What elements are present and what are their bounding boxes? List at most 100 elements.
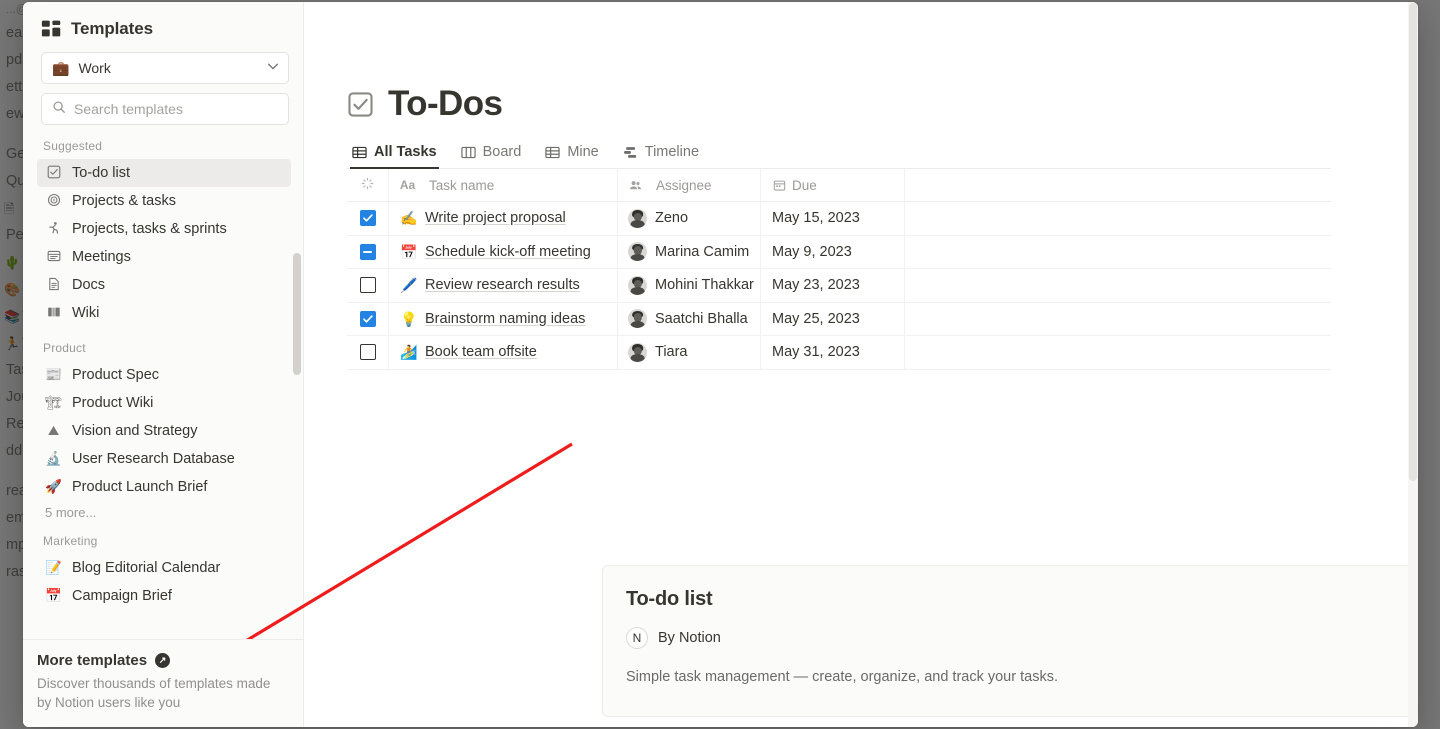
table-row[interactable]: ✍️ Write project proposal Zeno May 15, 2…	[347, 202, 1331, 236]
due-cell[interactable]: May 31, 2023	[761, 336, 905, 369]
row-checkbox-cell[interactable]	[347, 269, 389, 302]
lightbulb-icon: 💡	[400, 310, 418, 327]
checkbox-icon[interactable]	[359, 210, 376, 227]
table-row[interactable]: 📅 Schedule kick-off meeting Marina Camim…	[347, 235, 1331, 269]
sidebar-item-label: Vision and Strategy	[72, 423, 198, 439]
checkbox-icon[interactable]	[359, 344, 376, 361]
section-label-suggested: Suggested	[43, 139, 103, 153]
more-templates-footer[interactable]: More templates ↗ Discover thousands of t…	[23, 638, 303, 727]
empty-cell[interactable]	[905, 202, 1331, 235]
col-header-assignee[interactable]: Assignee	[618, 169, 761, 201]
assignee-name: Saatchi Bhalla	[655, 310, 748, 327]
task-name-cell[interactable]: 🖊️ Review research results	[389, 269, 618, 302]
col-header-select[interactable]	[347, 169, 389, 201]
tab-label: Timeline	[644, 144, 700, 160]
due-cell[interactable]: May 9, 2023	[761, 235, 905, 268]
due-cell[interactable]: May 25, 2023	[761, 302, 905, 335]
task-name-cell[interactable]: ✍️ Write project proposal	[389, 202, 618, 235]
template-author-name: By Notion	[658, 630, 721, 646]
product-more-link[interactable]: 5 more...	[23, 501, 303, 520]
sidebar-item-docs[interactable]: Docs	[37, 271, 291, 299]
sidebar-item-blog-editorial-calendar[interactable]: 📝 Blog Editorial Calendar	[37, 554, 291, 582]
task-name: Review research results	[425, 277, 580, 294]
row-checkbox-cell[interactable]	[347, 336, 389, 369]
sidebar-item-product-wiki[interactable]: 🏗 Product Wiki	[37, 389, 291, 417]
tab-mine[interactable]: Mine	[543, 144, 600, 169]
avatar	[628, 309, 647, 329]
empty-cell[interactable]	[905, 269, 1331, 302]
sidebar-item-meetings[interactable]: Meetings	[37, 243, 291, 271]
assignee-name: Marina Camim	[655, 243, 750, 260]
templates-list-scroll[interactable]: Suggested To-do list Projects & tasks Pr…	[23, 125, 303, 639]
task-name-cell[interactable]: 💡 Brainstorm naming ideas	[389, 302, 618, 335]
sidebar-item-wiki[interactable]: Wiki	[37, 299, 291, 327]
due-cell[interactable]: May 15, 2023	[761, 202, 905, 235]
checkbox-icon[interactable]	[359, 277, 376, 294]
category-select[interactable]: 💼 Work	[41, 52, 289, 84]
assignee-cell[interactable]: Saatchi Bhalla	[618, 302, 761, 335]
sidebar-item-vision-and-strategy[interactable]: ⛰ Vision and Strategy	[37, 417, 291, 445]
row-checkbox-cell[interactable]	[347, 302, 389, 335]
table-row[interactable]: 🖊️ Review research results Mohini Thakka…	[347, 269, 1331, 303]
sidebar-item-campaign-brief[interactable]: 📅 Campaign Brief	[37, 582, 291, 610]
task-name: Schedule kick-off meeting	[425, 243, 591, 260]
timeline-icon	[623, 145, 638, 160]
tab-all-tasks[interactable]: All Tasks	[350, 144, 439, 169]
preview-scrollbar-thumb[interactable]	[1409, 3, 1417, 481]
sidebar-item-user-research-database[interactable]: 🔬 User Research Database	[37, 445, 291, 473]
assignee-cell[interactable]: Zeno	[618, 202, 761, 235]
board-icon	[460, 145, 476, 160]
arrow-up-right-icon: ↗	[155, 652, 171, 668]
sidebar-item-label: Product Wiki	[72, 395, 154, 411]
text-aa-icon: Aa	[399, 178, 416, 192]
tab-timeline[interactable]: Timeline	[621, 144, 701, 169]
sidebar-item-projects-tasks-sprints[interactable]: Projects, tasks & sprints	[37, 215, 291, 243]
sidebar-item-projects-tasks[interactable]: Projects & tasks	[37, 187, 291, 215]
task-name-cell[interactable]: 🏄 Book team offsite	[389, 336, 618, 369]
sidebar-item-product-launch-brief[interactable]: 🚀 Product Launch Brief	[37, 473, 291, 501]
sidebar-item-label: To-do list	[72, 165, 131, 181]
sidebar-scrollbar-thumb[interactable]	[293, 253, 301, 375]
sidebar-item-label: Wiki	[72, 305, 100, 321]
sidebar-item-to-do-list[interactable]: To-do list	[37, 159, 291, 187]
templates-modal: Templates 💼 Work Suggested To-do list	[23, 2, 1418, 727]
assignee-cell[interactable]: Tiara	[618, 336, 761, 369]
col-header-due[interactable]: Due	[761, 169, 905, 201]
tab-board[interactable]: Board	[459, 144, 524, 169]
checkbox-icon[interactable]	[359, 310, 376, 327]
col-header-empty[interactable]	[905, 169, 1331, 201]
empty-cell[interactable]	[905, 236, 1331, 269]
assignee-cell[interactable]: Marina Camim	[618, 235, 761, 268]
search-input[interactable]	[74, 101, 278, 117]
col-header-task-name[interactable]: Aa Task name	[389, 169, 618, 201]
checkbox-icon	[45, 165, 62, 182]
empty-cell[interactable]	[905, 303, 1331, 336]
page-title-row: To-Dos	[347, 84, 1418, 124]
preview-content: To-Dos All Tasks Board Mine Timeline Aa …	[304, 2, 1418, 370]
calendar-icon: 📅	[400, 243, 418, 260]
pencil-icon: 📝	[45, 560, 62, 576]
more-templates-label: More templates	[37, 651, 148, 669]
table-row[interactable]: 🏄 Book team offsite Tiara May 31, 2023	[347, 336, 1331, 370]
table-header-row: Aa Task name Assignee Due	[347, 169, 1331, 202]
empty-cell[interactable]	[905, 336, 1331, 369]
search-templates-box[interactable]	[41, 93, 289, 125]
assignee-cell[interactable]: Mohini Thakkar	[618, 269, 761, 302]
due-cell[interactable]: May 23, 2023	[761, 269, 905, 302]
row-checkbox-cell[interactable]	[347, 202, 389, 235]
task-name-cell[interactable]: 📅 Schedule kick-off meeting	[389, 235, 618, 268]
preview-scrollbar-track[interactable]	[1408, 2, 1418, 727]
table-icon	[545, 145, 560, 160]
checkbox-icon[interactable]	[359, 243, 376, 260]
target-icon	[45, 193, 62, 210]
template-author: N By Notion	[626, 627, 1418, 649]
row-checkbox-cell[interactable]	[347, 235, 389, 268]
more-templates-row[interactable]: More templates ↗	[37, 652, 285, 669]
sidebar-item-product-spec[interactable]: 📰 Product Spec	[37, 361, 291, 389]
table-row[interactable]: 💡 Brainstorm naming ideas Saatchi Bhalla…	[347, 302, 1331, 336]
sidebar-item-label: Campaign Brief	[72, 588, 172, 604]
rocket-icon: 🚀	[45, 479, 62, 495]
crane-icon: 🏗	[45, 395, 63, 411]
